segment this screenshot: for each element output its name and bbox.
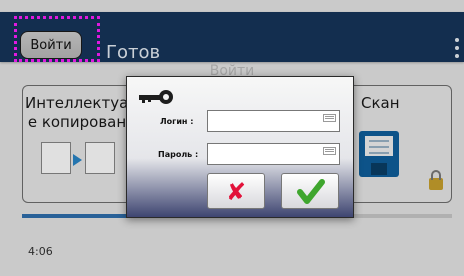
- login-dialog: Логин : Пароль : ✘: [126, 76, 354, 218]
- keyboard-icon[interactable]: [323, 147, 336, 155]
- ok-button[interactable]: [281, 173, 339, 209]
- keyboard-icon[interactable]: [323, 114, 336, 122]
- login-label: Логин :: [160, 117, 194, 126]
- ok-checkmark-icon: [297, 179, 325, 204]
- password-input[interactable]: [207, 143, 340, 165]
- cancel-x-icon: ✘: [226, 178, 247, 206]
- password-label: Пароль :: [158, 150, 199, 159]
- key-icon: [139, 89, 179, 105]
- login-input[interactable]: [207, 110, 340, 132]
- cancel-button[interactable]: ✘: [207, 173, 265, 209]
